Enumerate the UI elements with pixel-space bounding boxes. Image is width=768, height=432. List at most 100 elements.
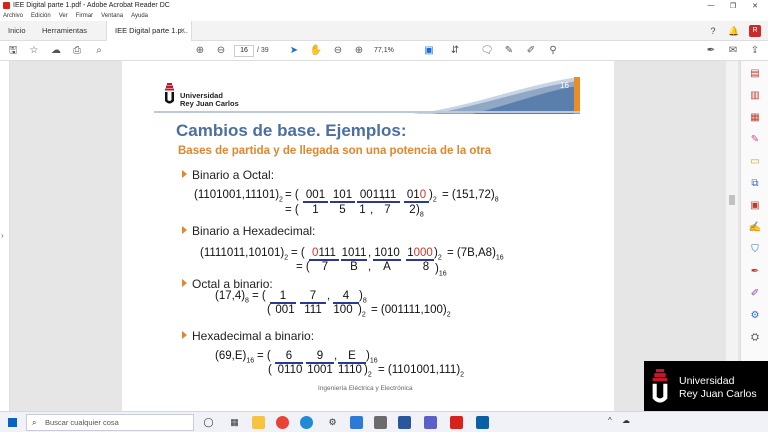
tab-herramientas[interactable]: Herramientas — [42, 21, 87, 41]
network-icon[interactable]: ☁ — [622, 416, 630, 425]
octal-result: = (151,72)8 — [442, 189, 499, 203]
account-icon[interactable]: R — [749, 25, 761, 37]
page-total: / 39 — [257, 47, 269, 54]
combine-files-icon[interactable]: ⧉ — [748, 177, 762, 191]
upload-cloud-icon[interactable]: ☁ — [49, 44, 63, 58]
draw-icon[interactable]: ✐ — [524, 44, 538, 58]
hex-lhs: (1111011,10101)2 — [200, 247, 288, 261]
expand-left-panel-icon[interactable]: › — [1, 231, 4, 240]
windows-taskbar: ⌕ Buscar cualquier cosa ◯ ▦ ⚙ ^ ☁ — [0, 411, 768, 432]
tab-close-icon[interactable]: × — [180, 21, 185, 41]
share-icon[interactable]: ⇪ — [748, 44, 762, 58]
tab-document[interactable]: IEE Digital parte 1.p... × — [106, 21, 192, 41]
h2b-close: )16 — [366, 350, 378, 365]
organize-pages-icon[interactable]: ▦ — [748, 111, 762, 125]
zoom-level-select[interactable]: 77,1% — [374, 45, 410, 57]
hex-group-3: 1010 — [373, 247, 401, 261]
sign-icon[interactable]: ✒ — [704, 44, 718, 58]
left-panel-toggle[interactable]: › — [0, 61, 10, 411]
bullet-icon — [182, 226, 187, 234]
window-title: IEE Digital parte 1.pdf - Adobe Acrobat … — [13, 2, 170, 9]
windows-start-icon[interactable] — [8, 418, 17, 427]
h2b-lhs-value: (69,E) — [215, 350, 247, 362]
octal-group-5-padding: 0 — [419, 189, 427, 201]
store-icon[interactable] — [350, 416, 363, 429]
more-tools-icon[interactable]: ⚙ — [748, 309, 762, 323]
menu-ventana[interactable]: Ventana — [101, 13, 123, 19]
chrome-icon[interactable] — [276, 416, 289, 429]
comment-panel-icon[interactable]: ▭ — [748, 155, 762, 169]
word-icon[interactable] — [398, 416, 411, 429]
email-icon[interactable]: ✉ — [726, 44, 740, 58]
bookmark-star-icon[interactable]: ☆ — [27, 44, 41, 58]
settings-icon[interactable]: ⚙ — [326, 416, 339, 429]
app-icon-1[interactable] — [374, 416, 387, 429]
fill-sign-panel-icon[interactable]: ✍ — [748, 221, 762, 235]
tools-settings-icon[interactable]: ⛭ — [748, 331, 762, 345]
next-page-icon[interactable]: ⊖ — [214, 44, 228, 58]
bullet-label: Hexadecimal a binario: — [192, 329, 315, 343]
menu-ver[interactable]: Ver — [59, 13, 68, 19]
edit-pdf-icon[interactable]: ✎ — [748, 133, 762, 147]
task-view-icon[interactable]: ◯ — [202, 416, 215, 429]
hex-digits-base: 16 — [438, 270, 447, 278]
menu-archivo[interactable]: Archivo — [3, 13, 23, 19]
save-icon[interactable]: 🖫 — [6, 44, 20, 58]
page-fit-icon[interactable]: ▣ — [422, 44, 436, 58]
hex-digits-open: = ( — [296, 261, 310, 273]
taskbar-search-input[interactable]: ⌕ Buscar cualquier cosa — [26, 414, 194, 431]
hand-tool-icon[interactable]: ✋ — [309, 44, 323, 58]
bell-icon[interactable]: 🔔 — [728, 25, 740, 37]
close-window-button[interactable]: ✕ — [740, 0, 768, 11]
vertical-scrollbar[interactable] — [726, 61, 738, 411]
octal-digits-open: = ( — [285, 204, 299, 216]
h2b-bin-1: 0110 — [277, 364, 303, 376]
widgets-icon[interactable]: ▦ — [228, 416, 241, 429]
hex-result: = (7B,A8)16 — [447, 247, 504, 261]
protect-icon[interactable]: ⛉ — [748, 243, 762, 257]
hex-digit-1: 7 — [321, 261, 329, 273]
octal-digits-comma: , — [370, 204, 374, 216]
create-pdf-icon[interactable]: ▥ — [748, 89, 762, 103]
slide-subtitle: Bases de partida y de llegada son una po… — [178, 145, 492, 157]
octal-lhs-value: (1101001,11101) — [194, 189, 280, 201]
export-pdf-icon[interactable]: ▤ — [748, 67, 762, 81]
bullet-icon — [182, 331, 187, 339]
hex-digit-3: A — [383, 261, 391, 273]
highlight-pen-icon[interactable]: ✎ — [502, 44, 516, 58]
request-signature-icon[interactable]: ✒ — [748, 265, 762, 279]
search-icon[interactable]: ⌕ — [92, 44, 106, 58]
watermark-line2: Rey Juan Carlos — [679, 388, 757, 400]
zoom-in-icon[interactable]: ⊕ — [352, 44, 366, 58]
tray-chevron-icon[interactable]: ^ — [608, 416, 612, 425]
previous-page-icon[interactable]: ⊕ — [193, 44, 207, 58]
file-explorer-icon[interactable] — [252, 416, 265, 429]
o2b-lhs-value: (17,4) — [215, 290, 246, 302]
octal-digit-4: 7 — [384, 204, 391, 216]
menu-edicion[interactable]: Edición — [31, 13, 51, 19]
edge-icon[interactable] — [300, 416, 313, 429]
outlook-icon[interactable] — [476, 416, 489, 429]
page-number-input[interactable]: 16 — [234, 45, 254, 57]
tab-inicio[interactable]: Inicio — [8, 21, 26, 41]
h2b-digit-1: 6 — [275, 350, 303, 364]
zoom-out-icon[interactable]: ⊖ — [331, 44, 345, 58]
compress-pdf-icon[interactable]: ▣ — [748, 199, 762, 213]
scroll-mode-icon[interactable]: ⇵ — [448, 44, 462, 58]
comment-icon[interactable]: 🗨 — [480, 44, 494, 58]
acrobat-taskbar-icon[interactable] — [450, 416, 463, 429]
bullet-label: Binario a Octal: — [192, 168, 275, 182]
send-for-comments-icon[interactable]: ✐ — [748, 287, 762, 301]
teams-icon[interactable] — [424, 416, 437, 429]
menu-bar: Archivo Edición Ver Firmar Ventana Ayuda — [0, 11, 768, 21]
print-icon[interactable]: ⎙ — [70, 44, 84, 58]
h2b-digit-2: 9 — [306, 350, 334, 364]
menu-firmar[interactable]: Firmar — [76, 13, 93, 19]
select-cursor-icon[interactable]: ➤ — [287, 44, 301, 58]
help-icon[interactable]: ? — [707, 25, 719, 37]
hex-group-4: 1000 — [406, 247, 434, 261]
slide-title: Cambios de base. Ejemplos: — [176, 121, 407, 140]
menu-ayuda[interactable]: Ayuda — [131, 13, 148, 19]
scrollbar-thumb[interactable] — [729, 195, 735, 205]
fill-sign-icon[interactable]: ⚲ — [546, 44, 560, 58]
